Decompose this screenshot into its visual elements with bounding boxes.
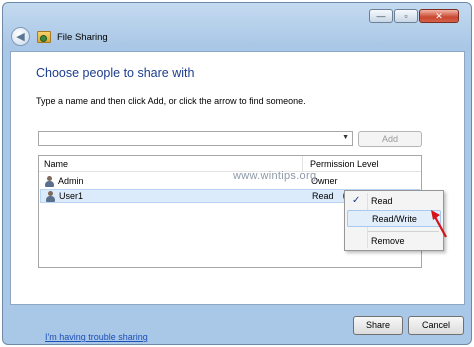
user-name: User1: [59, 191, 84, 201]
user-name: Admin: [58, 176, 84, 186]
close-button[interactable]: ✕: [419, 9, 459, 23]
column-header-name[interactable]: Name: [44, 159, 68, 169]
name-combo-input[interactable]: ▼: [38, 131, 353, 146]
annotation-arrow-icon: [431, 210, 447, 238]
user-icon: [45, 176, 54, 187]
title-bar: — ▫ ✕ ◀ File Sharing: [3, 3, 471, 51]
content-panel: Choose people to share with Type a name …: [10, 51, 465, 342]
instruction-text: Type a name and then click Add, or click…: [36, 96, 306, 106]
column-header-permission[interactable]: Permission Level: [310, 159, 379, 169]
user-icon: [46, 191, 55, 202]
menu-item-label: Read/Write: [372, 214, 417, 224]
watermark-text: www.wintips.org: [233, 170, 317, 182]
file-sharing-window: — ▫ ✕ ◀ File Sharing Choose people to sh…: [2, 2, 472, 345]
menu-item-read-write[interactable]: Read/Write: [347, 210, 441, 227]
menu-item-read[interactable]: ✓ Read: [347, 193, 441, 210]
back-arrow-icon[interactable]: ◀: [11, 27, 30, 46]
trouble-sharing-link[interactable]: I'm having trouble sharing: [45, 332, 148, 342]
menu-item-label: Remove: [371, 236, 405, 246]
file-sharing-icon: [37, 31, 51, 43]
table-row[interactable]: Admin Owner: [40, 175, 420, 189]
maximize-button[interactable]: ▫: [394, 9, 418, 23]
add-button[interactable]: Add: [358, 131, 422, 147]
share-button[interactable]: Share: [353, 316, 403, 335]
menu-item-label: Read: [371, 196, 393, 206]
checkmark-icon: ✓: [352, 195, 361, 206]
permission-level: Read: [312, 191, 334, 201]
menu-item-remove[interactable]: Remove: [347, 233, 441, 250]
list-header: Name Permission Level: [39, 156, 421, 172]
page-heading: Choose people to share with: [36, 66, 195, 80]
window-controls: — ▫ ✕: [368, 9, 459, 23]
cancel-button[interactable]: Cancel: [408, 316, 464, 335]
chevron-down-icon[interactable]: ▼: [342, 134, 349, 141]
window-title: File Sharing: [57, 32, 108, 43]
minimize-button[interactable]: —: [369, 9, 393, 23]
